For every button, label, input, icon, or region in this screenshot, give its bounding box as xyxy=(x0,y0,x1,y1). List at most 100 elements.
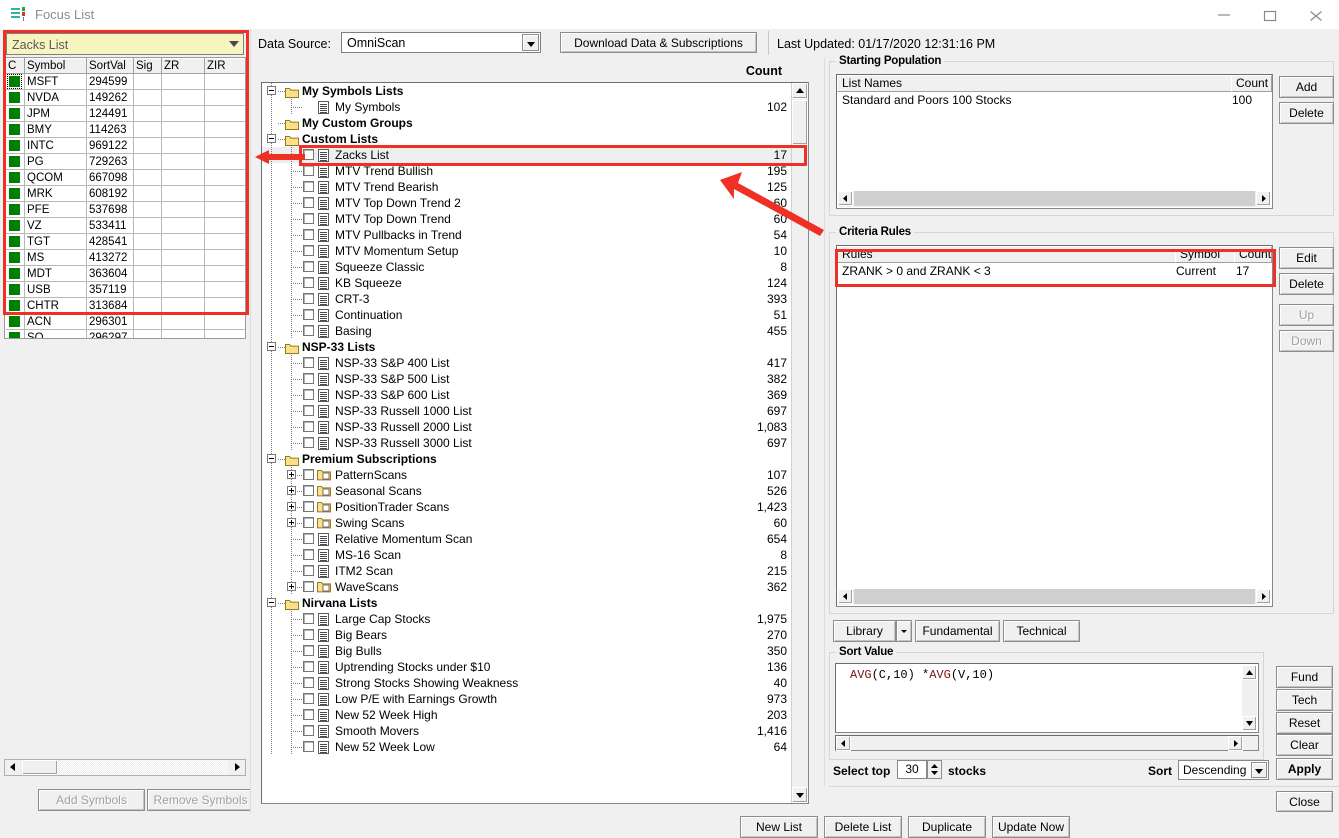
tree-item[interactable]: Seasonal Scans526 xyxy=(262,483,793,499)
criteria-rules-list[interactable]: Rules Symbol Count ZRANK > 0 and ZRANK <… xyxy=(836,245,1273,607)
tree-item[interactable]: PatternScans107 xyxy=(262,467,793,483)
tree-collapse-icon[interactable] xyxy=(267,454,276,463)
tech-button[interactable]: Tech xyxy=(1276,689,1333,711)
symbols-grid[interactable]: CSymbolSortValSigZRZIRBTHRS MSFT29459970… xyxy=(4,57,246,339)
table-row[interactable]: QCOM66709859 xyxy=(6,170,247,186)
tree-item-checkbox[interactable] xyxy=(303,309,314,320)
col-header-zir[interactable]: ZIR xyxy=(205,59,247,74)
starting-population-add-button[interactable]: Add xyxy=(1279,76,1334,98)
tree-item[interactable]: MS-16 Scan8 xyxy=(262,547,793,563)
tree-item-checkbox[interactable] xyxy=(303,725,314,736)
tree-item-checkbox[interactable] xyxy=(303,661,314,672)
col-header-c[interactable]: C xyxy=(6,59,25,74)
col-header-symbol[interactable]: Symbol xyxy=(25,59,87,74)
tree-collapse-icon[interactable] xyxy=(267,598,276,607)
table-row[interactable]: SO29629759 xyxy=(6,330,247,340)
scroll-right-icon[interactable] xyxy=(1256,589,1271,604)
tree-item-checkbox[interactable] xyxy=(303,517,314,528)
scroll-up-icon[interactable] xyxy=(792,83,808,99)
sp-hscroll-thumb[interactable] xyxy=(854,191,1255,206)
tree-item[interactable]: Swing Scans60 xyxy=(262,515,793,531)
select-top-input[interactable]: 30 xyxy=(897,760,927,779)
tree-item[interactable]: NSP-33 Lists xyxy=(262,339,793,355)
tree-item[interactable]: Continuation51 xyxy=(262,307,793,323)
tree-item[interactable]: Low P/E with Earnings Growth973 xyxy=(262,691,793,707)
tree-item[interactable]: Smooth Movers1,416 xyxy=(262,723,793,739)
tree-item[interactable]: Big Bulls350 xyxy=(262,643,793,659)
tree-item-checkbox[interactable] xyxy=(303,565,314,576)
tree-item-checkbox[interactable] xyxy=(303,213,314,224)
tree-item-checkbox[interactable] xyxy=(303,437,314,448)
tree-item[interactable]: NSP-33 S&P 500 List382 xyxy=(262,371,793,387)
tree-item-checkbox[interactable] xyxy=(303,501,314,512)
tree-item[interactable]: MTV Momentum Setup10 xyxy=(262,243,793,259)
table-row[interactable]: Standard and Poors 100 Stocks 100 xyxy=(838,93,1271,109)
criteria-down-button[interactable]: Down xyxy=(1279,330,1334,352)
tree-collapse-icon[interactable] xyxy=(267,134,276,143)
tree-item-checkbox[interactable] xyxy=(303,325,314,336)
tree-item-checkbox[interactable] xyxy=(303,389,314,400)
tree-item[interactable]: MTV Top Down Trend 260 xyxy=(262,195,793,211)
symbols-table-header[interactable]: CSymbolSortValSigZRZIRBTHRS xyxy=(6,59,247,74)
sort-direction-select[interactable]: Descending xyxy=(1178,760,1269,780)
cr-hscroll-thumb[interactable] xyxy=(854,589,1255,604)
criteria-up-button[interactable]: Up xyxy=(1279,304,1334,326)
table-row[interactable]: INTC96912259 xyxy=(6,138,247,154)
tree-item-checkbox[interactable] xyxy=(303,693,314,704)
tree-item-checkbox[interactable] xyxy=(303,533,314,544)
tree-item-checkbox[interactable] xyxy=(303,165,314,176)
sort-value-hscrollbar[interactable] xyxy=(835,735,1259,751)
tree-collapse-icon[interactable] xyxy=(267,86,276,95)
fundamental-button[interactable]: Fundamental xyxy=(915,620,1000,642)
tree-item[interactable]: Squeeze Classic8 xyxy=(262,259,793,275)
tree-item-checkbox[interactable] xyxy=(303,373,314,384)
scroll-left-icon[interactable] xyxy=(838,191,853,206)
tree-item[interactable]: MTV Trend Bullish195 xyxy=(262,163,793,179)
chevron-down-icon[interactable] xyxy=(1251,762,1267,778)
cr-hscrollbar[interactable] xyxy=(838,589,1271,605)
tree-item[interactable]: PositionTrader Scans1,423 xyxy=(262,499,793,515)
table-row[interactable]: MS41327269 xyxy=(6,250,247,266)
tree-item[interactable]: CRT-3393 xyxy=(262,291,793,307)
tree-item[interactable]: NSP-33 S&P 400 List417 xyxy=(262,355,793,371)
scroll-up-icon[interactable] xyxy=(1242,665,1257,680)
tree-item-checkbox[interactable] xyxy=(303,261,314,272)
technical-button[interactable]: Technical xyxy=(1003,620,1080,642)
hscroll-thumb[interactable] xyxy=(22,760,58,775)
scroll-right-icon[interactable] xyxy=(229,760,245,775)
hscroll-track[interactable] xyxy=(59,760,228,775)
criteria-edit-button[interactable]: Edit xyxy=(1279,247,1334,269)
select-top-stepper[interactable] xyxy=(927,760,942,779)
apply-button[interactable]: Apply xyxy=(1276,758,1333,780)
tree-item-checkbox[interactable] xyxy=(303,549,314,560)
table-row[interactable]: MRK60819250 xyxy=(6,186,247,202)
col-header-sortval[interactable]: SortVal xyxy=(87,59,134,74)
tree-item[interactable]: NSP-33 S&P 600 List369 xyxy=(262,387,793,403)
tree-item[interactable]: Large Cap Stocks1,975 xyxy=(262,611,793,627)
tree-item[interactable]: NSP-33 Russell 2000 List1,083 xyxy=(262,419,793,435)
chevron-down-icon[interactable] xyxy=(522,34,539,51)
sp-col-list-names[interactable]: List Names xyxy=(837,75,1232,92)
download-data-subscriptions-button[interactable]: Download Data & Subscriptions xyxy=(560,32,757,53)
tree-item[interactable]: My Symbols Lists xyxy=(262,83,793,99)
tree-item[interactable]: Strong Stocks Showing Weakness40 xyxy=(262,675,793,691)
data-source-select[interactable]: OmniScan xyxy=(341,32,541,53)
sp-col-count[interactable]: Count xyxy=(1231,75,1272,92)
tree-item-checkbox[interactable] xyxy=(303,405,314,416)
col-header-sig[interactable]: Sig xyxy=(134,59,162,74)
tree-item[interactable]: New 52 Week Low64 xyxy=(262,739,793,755)
table-row[interactable]: ACN29630175 xyxy=(6,314,247,330)
tree-item-checkbox[interactable] xyxy=(303,197,314,208)
table-row[interactable]: CHTR31368459 xyxy=(6,298,247,314)
tree-item-checkbox[interactable] xyxy=(303,229,314,240)
delete-list-button[interactable]: Delete List xyxy=(824,816,902,838)
tree-item[interactable]: MTV Top Down Trend60 xyxy=(262,211,793,227)
tree-item[interactable]: Premium Subscriptions xyxy=(262,451,793,467)
new-list-button[interactable]: New List xyxy=(740,816,818,838)
symbols-grid-hscrollbar[interactable] xyxy=(4,759,246,776)
tree-item-checkbox[interactable] xyxy=(303,357,314,368)
focus-list-selector[interactable]: Zacks List xyxy=(6,33,244,55)
update-now-button[interactable]: Update Now xyxy=(992,816,1070,838)
table-row[interactable]: TGT42854167 xyxy=(6,234,247,250)
table-row[interactable]: BMY11426361 xyxy=(6,122,247,138)
